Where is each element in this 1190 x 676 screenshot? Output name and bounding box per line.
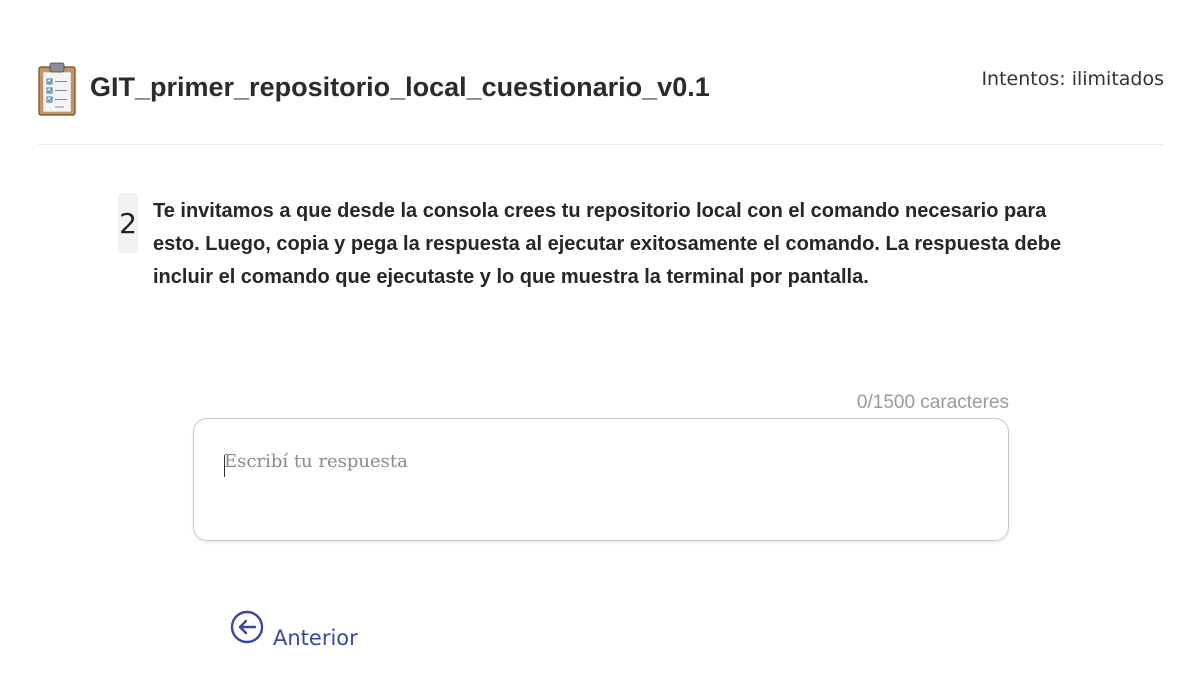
- character-counter: 0/1500 caracteres: [856, 392, 1009, 413]
- quiz-title: GIT_primer_repositorio_local_cuestionari…: [90, 72, 710, 102]
- question-number: 2: [118, 193, 138, 253]
- attempts-label: Intentos: ilimitados: [981, 68, 1164, 90]
- previous-button[interactable]: Anterior: [230, 610, 358, 650]
- text-caret: [224, 455, 225, 477]
- arrow-left-circle-icon: [230, 610, 264, 644]
- header-divider: [38, 144, 1164, 145]
- answer-box[interactable]: [193, 418, 1009, 541]
- quiz-page: GIT_primer_repositorio_local_cuestionari…: [0, 0, 1190, 676]
- previous-button-label: Anterior: [273, 626, 358, 650]
- quiz-header: GIT_primer_repositorio_local_cuestionari…: [38, 60, 1164, 120]
- question-text: Te invitamos a que desde la consola cree…: [153, 200, 1062, 288]
- clipboard-checklist-icon: [38, 62, 76, 116]
- answer-input[interactable]: [224, 451, 974, 511]
